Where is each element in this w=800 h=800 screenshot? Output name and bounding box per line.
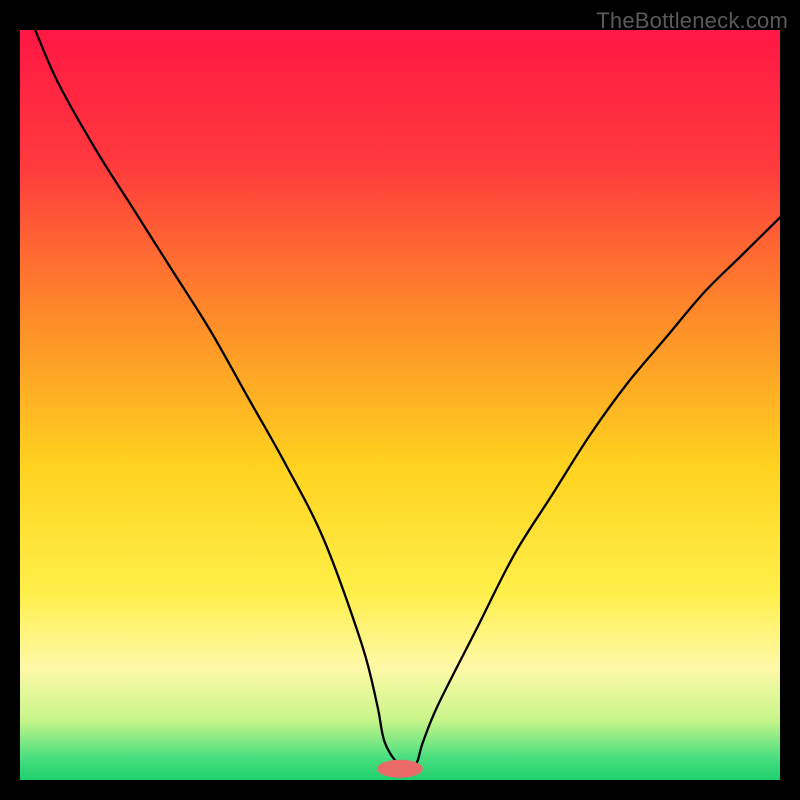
- chart-svg: [20, 30, 780, 780]
- watermark-text: TheBottleneck.com: [596, 8, 788, 34]
- gradient-background: [20, 30, 780, 780]
- chart-container: TheBottleneck.com: [0, 0, 800, 800]
- plot-area: [20, 30, 780, 780]
- target-marker: [377, 760, 423, 778]
